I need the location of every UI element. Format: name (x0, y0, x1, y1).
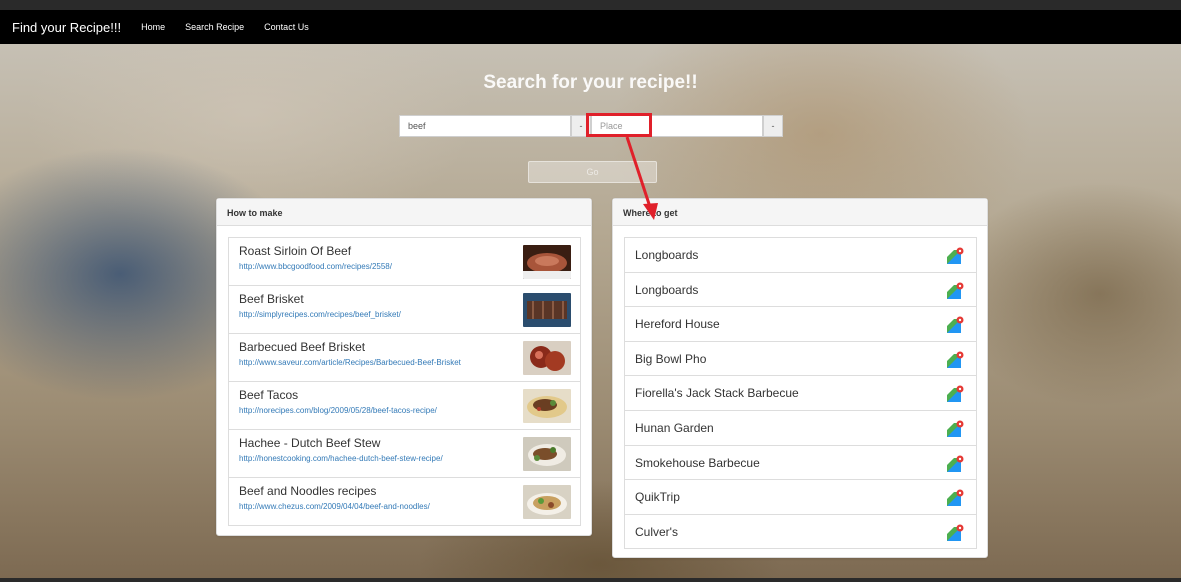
place-name: Smokehouse Barbecue (635, 455, 760, 470)
place-list: Longboards Longboards Hereford House Big… (624, 237, 977, 549)
recipe-thumbnail (523, 293, 571, 327)
google-maps-icon[interactable] (946, 524, 964, 542)
recipe-link[interactable]: http://www.saveur.com/article/Recipes/Ba… (239, 358, 570, 367)
window-bottom-strip (0, 578, 1181, 582)
hero-background: Search for your recipe!! - - Go How to m… (0, 44, 1181, 578)
place-name: Longboards (635, 248, 699, 262)
place-name: Hunan Garden (635, 420, 714, 435)
google-maps-icon[interactable] (946, 282, 964, 300)
google-maps-icon[interactable] (946, 420, 964, 438)
recipe-title: Roast Sirloin Of Beef (239, 244, 352, 258)
place-name: Big Bowl Pho (635, 351, 707, 366)
place-name: QuikTrip (635, 490, 680, 505)
google-maps-icon[interactable] (946, 316, 964, 334)
recipe-title: Beef and Noodles recipes (239, 484, 377, 498)
recipe-thumbnail (523, 245, 571, 279)
place-name: Longboards (635, 282, 699, 297)
navbar: Find your Recipe!!! Home Search Recipe C… (0, 10, 1181, 44)
google-maps-icon[interactable] (946, 247, 964, 265)
place-item[interactable]: QuikTrip (625, 480, 976, 515)
nav-home[interactable]: Home (141, 22, 165, 32)
google-maps-icon[interactable] (946, 455, 964, 473)
place-name: Culver's (635, 524, 678, 539)
recipe-thumbnail (523, 437, 571, 471)
recipe-title: Hachee - Dutch Beef Stew (239, 436, 381, 450)
place-item[interactable]: Longboards (625, 273, 976, 308)
recipe-thumbnail (523, 485, 571, 519)
recipe-item[interactable]: Roast Sirloin Of Beef http://www.bbcgood… (229, 238, 580, 286)
recipe-item[interactable]: Beef Tacos http://norecipes.com/blog/200… (229, 382, 580, 430)
recipe-thumbnail (523, 389, 571, 423)
place-item[interactable]: Big Bowl Pho (625, 342, 976, 377)
recipe-title: Beef Tacos (239, 388, 299, 402)
recipes-panel-heading: How to make (217, 199, 591, 226)
place-item[interactable]: Fiorella's Jack Stack Barbecue (625, 376, 976, 411)
search-row: - - (399, 115, 783, 137)
place-addon: - (763, 115, 783, 137)
recipe-list: Roast Sirloin Of Beef http://www.bbcgood… (228, 237, 581, 526)
nav-contact-us[interactable]: Contact Us (264, 22, 309, 32)
recipes-panel: How to make Roast Sirloin Of Beef http:/… (216, 198, 592, 536)
hero-title: Search for your recipe!! (483, 72, 698, 93)
recipe-link[interactable]: http://www.bbcgoodfood.com/recipes/2558/ (239, 262, 570, 271)
place-name: Fiorella's Jack Stack Barbecue (635, 386, 799, 401)
google-maps-icon[interactable] (946, 489, 964, 507)
place-name: Hereford House (635, 317, 720, 332)
google-maps-icon[interactable] (946, 385, 964, 403)
go-button[interactable]: Go (528, 161, 657, 183)
place-input[interactable] (591, 115, 763, 137)
place-item[interactable]: Hereford House (625, 307, 976, 342)
ingredient-addon: - (571, 115, 591, 137)
window-top-strip (0, 0, 1181, 10)
places-panel-heading: Where to get (613, 199, 987, 226)
nav-search-recipe[interactable]: Search Recipe (185, 22, 244, 32)
recipe-link[interactable]: http://honestcooking.com/hachee-dutch-be… (239, 454, 570, 463)
recipe-item[interactable]: Barbecued Beef Brisket http://www.saveur… (229, 334, 580, 382)
recipe-thumbnail (523, 341, 571, 375)
recipe-link[interactable]: http://simplyrecipes.com/recipes/beef_br… (239, 310, 570, 319)
ingredient-input[interactable] (399, 115, 571, 137)
place-item[interactable]: Culver's (625, 515, 976, 550)
recipe-link[interactable]: http://norecipes.com/blog/2009/05/28/bee… (239, 406, 570, 415)
recipe-item[interactable]: Hachee - Dutch Beef Stew http://honestco… (229, 430, 580, 478)
recipe-title: Beef Brisket (239, 292, 304, 306)
google-maps-icon[interactable] (946, 351, 964, 369)
place-item[interactable]: Longboards (625, 238, 976, 273)
place-item[interactable]: Hunan Garden (625, 411, 976, 446)
recipe-item[interactable]: Beef and Noodles recipes http://www.chez… (229, 478, 580, 526)
recipe-title: Barbecued Beef Brisket (239, 340, 366, 354)
brand-title[interactable]: Find your Recipe!!! (12, 20, 121, 35)
recipe-item[interactable]: Beef Brisket http://simplyrecipes.com/re… (229, 286, 580, 334)
places-panel: Where to get Longboards Longboards Heref… (612, 198, 988, 558)
recipe-link[interactable]: http://www.chezus.com/2009/04/04/beef-an… (239, 502, 570, 511)
place-item[interactable]: Smokehouse Barbecue (625, 446, 976, 481)
